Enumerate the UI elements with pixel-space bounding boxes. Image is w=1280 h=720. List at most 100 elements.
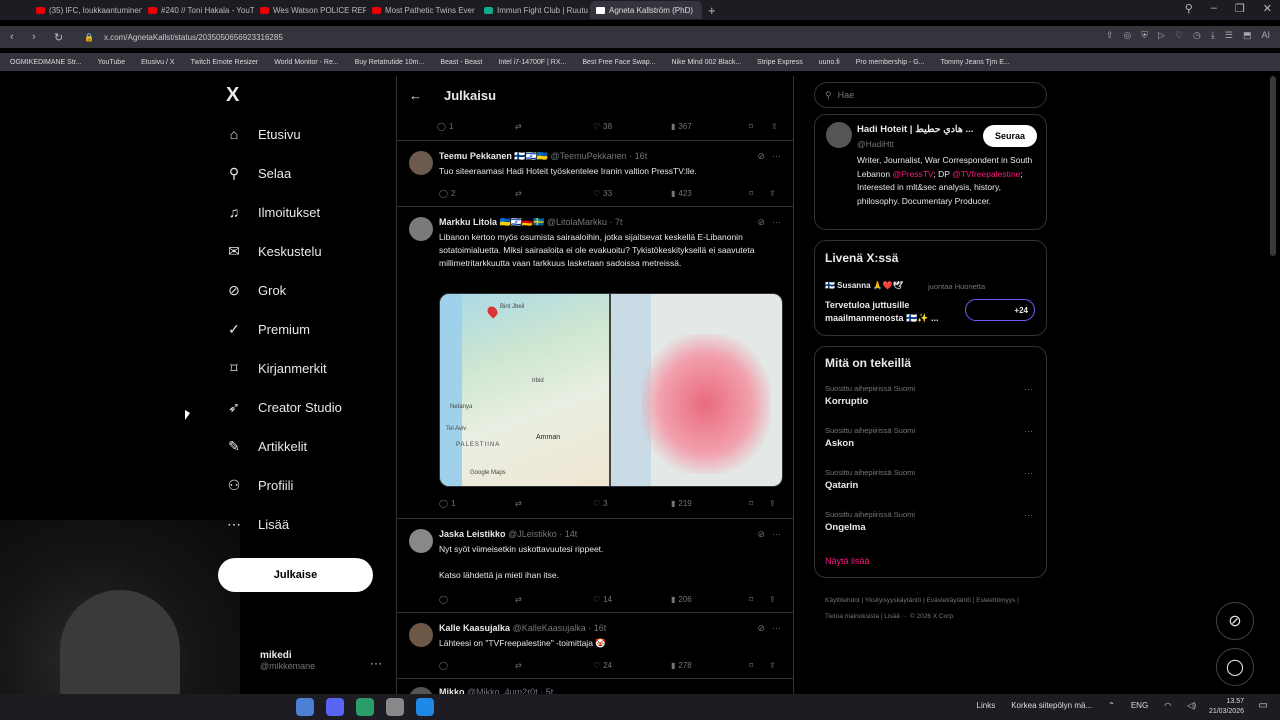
bio-link[interactable]: @PressTV xyxy=(892,169,933,179)
share-icon[interactable]: ⇪ xyxy=(769,189,776,198)
live-text[interactable]: Tervetuloa juttusille maailmanmenosta 🇫🇮… xyxy=(825,299,960,325)
copilot-app-icon[interactable] xyxy=(296,698,314,716)
share-icon[interactable]: ⇪ xyxy=(1106,30,1114,41)
post-button[interactable]: Julkaise xyxy=(218,558,373,592)
maximize-icon[interactable]: ❐ xyxy=(1235,2,1245,15)
play-icon[interactable]: ▷ xyxy=(1158,30,1165,41)
bookmark-item[interactable]: Buy Retatrutide 10m... xyxy=(355,59,425,66)
grok-icon[interactable]: ⊘ xyxy=(757,529,765,540)
x-logo[interactable]: X xyxy=(226,84,239,107)
lock-icon[interactable]: 🔒 xyxy=(84,33,94,42)
bookmark-item[interactable]: Best Free Face Swap... xyxy=(582,59,655,66)
more-icon[interactable]: ··· xyxy=(772,623,781,633)
sidebar-item-creator-studio[interactable]: ➶ Creator Studio xyxy=(226,399,342,416)
tray-chevron-icon[interactable]: ⌃ xyxy=(1108,701,1115,710)
like-icon[interactable]: ♡ 24 xyxy=(593,661,612,670)
bookmark-item[interactable]: Nike Mind 002 Black... xyxy=(672,59,742,66)
reload-icon[interactable]: ↻ xyxy=(54,31,66,44)
share-icon[interactable]: ⇪ xyxy=(771,122,778,131)
sidebar-item-kirjanmerkit[interactable]: ⌑ Kirjanmerkit xyxy=(226,360,326,377)
author-name[interactable]: Kalle Kaasujalka xyxy=(439,623,510,633)
bookmark-item[interactable]: Pro membership - G... xyxy=(856,59,925,66)
weather-widget[interactable]: Korkea siitepölyn mä... xyxy=(1011,701,1092,710)
trend-more-icon[interactable]: ··· xyxy=(1024,426,1033,436)
trend-more-icon[interactable]: ··· xyxy=(1024,384,1033,394)
sidebar-item-selaa[interactable]: ⚲ Selaa xyxy=(226,165,291,182)
reply-icon[interactable]: ◯ 1 xyxy=(437,122,453,131)
notification-icon[interactable]: ▭ xyxy=(1259,700,1268,711)
new-tab-icon[interactable]: + xyxy=(702,3,722,18)
shield-icon[interactable]: ⛨ xyxy=(1141,30,1148,41)
bookmark-icon[interactable]: ⌑ xyxy=(749,499,753,508)
browser-tab[interactable]: Immun Fight Club | Ruutu xyxy=(478,1,590,19)
bookmark-icon[interactable]: ⌑ xyxy=(749,661,753,670)
edge-app-icon[interactable] xyxy=(416,698,434,716)
footer-links[interactable]: Käyttöehdot | Yksityisyyskäytäntö | Eväs… xyxy=(825,593,1035,625)
account-more-icon[interactable]: ··· xyxy=(370,656,382,670)
bookmark-icon[interactable]: ⌑ xyxy=(749,595,753,604)
language-indicator[interactable]: ENG xyxy=(1131,701,1148,710)
views-icon[interactable]: ▮ 206 xyxy=(671,595,692,604)
author-handle[interactable]: @TeemuPekkanen · 16t xyxy=(551,151,648,161)
reply-icon[interactable]: ◯ 1 xyxy=(439,499,455,508)
views-icon[interactable]: ▮ 278 xyxy=(671,661,692,670)
retweet-icon[interactable]: ⇄ xyxy=(515,595,522,604)
bookmark-icon[interactable]: ⌑ xyxy=(749,122,753,131)
like-icon[interactable]: ♡ 14 xyxy=(593,595,612,604)
grok-icon[interactable]: ⊘ xyxy=(757,217,765,228)
author-handle[interactable]: @KalleKaasujalka · 16t xyxy=(513,623,607,633)
show-more-link[interactable]: Näytä lisää xyxy=(825,556,870,566)
heart-icon[interactable]: ♡ xyxy=(1175,30,1183,41)
forward-icon[interactable]: › xyxy=(32,31,44,43)
retweet-icon[interactable]: ⇄ xyxy=(515,661,522,670)
clock[interactable]: 13.57 21/03/2026 xyxy=(1209,697,1244,717)
sidebar-item-ilmoitukset[interactable]: ♫ Ilmoitukset xyxy=(226,204,320,220)
bookmark-item[interactable]: Stripe Express xyxy=(757,59,803,66)
camera-icon[interactable]: ◎ xyxy=(1123,30,1131,41)
author-handle[interactable]: @LitolaMarkku · 7t xyxy=(547,217,623,227)
bookmark-item[interactable]: Tommy Jeans Tjm E... xyxy=(941,59,1010,66)
volume-icon[interactable]: ◁) xyxy=(1187,701,1196,710)
tweet-media[interactable]: Bint Jbeil Irbid Netanya Tel Aviv Amman … xyxy=(439,293,783,487)
ai-icon[interactable]: AI xyxy=(1261,30,1270,41)
views-icon[interactable]: ▮ 367 xyxy=(671,122,692,131)
trend-item[interactable]: Suosittu aihepiirissä Suomi Ongelma xyxy=(825,510,915,533)
reply-tweet[interactable]: Teemu Pekkanen 🇫🇮🇮🇱🇺🇦 @TeemuPekkanen · 1… xyxy=(397,140,793,206)
browser-tab[interactable]: Wes Watson POLICE REPO xyxy=(254,1,366,19)
download-icon[interactable]: ⤓ xyxy=(1211,30,1215,41)
reply-icon[interactable]: ◯ xyxy=(439,595,448,604)
author-name[interactable]: Teemu Pekkanen 🇫🇮🇮🇱🇺🇦 xyxy=(439,151,548,161)
retweet-icon[interactable]: ⇄ xyxy=(515,122,522,131)
share-icon[interactable]: ⇪ xyxy=(769,499,776,508)
sidebar-item-profiili[interactable]: ⚇ Profiili xyxy=(226,477,294,494)
sidebar-item-artikkelit[interactable]: ✎ Artikkelit xyxy=(226,438,307,455)
back-arrow-icon[interactable]: ← xyxy=(409,88,422,103)
wifi-icon[interactable]: ◠ xyxy=(1164,701,1171,710)
app-icon[interactable] xyxy=(356,698,374,716)
author-handle[interactable]: @JLeistikko · 14t xyxy=(508,529,577,539)
views-icon[interactable]: ▮ 219 xyxy=(671,499,692,508)
bookmark-item[interactable]: uuno.fi xyxy=(819,59,840,66)
bookmark-item[interactable]: Beast - Beast xyxy=(440,59,482,66)
share-icon[interactable]: ⇪ xyxy=(769,661,776,670)
grok-icon[interactable]: ⊘ xyxy=(757,623,765,634)
views-icon[interactable]: ▮ 423 xyxy=(671,189,692,198)
author-name[interactable]: Jaska Leistikko xyxy=(439,529,506,539)
browser-tab[interactable]: #240 // Toni Hakala - YouT xyxy=(142,1,254,19)
sidebar-item-keskustelu[interactable]: ✉ Keskustelu xyxy=(226,243,321,260)
bio-link[interactable]: @TVfreepalestine xyxy=(952,169,1020,179)
google-map-image[interactable]: Bint Jbeil Irbid Netanya Tel Aviv Amman … xyxy=(440,294,611,486)
links-toolbar[interactable]: Links xyxy=(977,701,996,710)
grok-fab-icon[interactable]: ⊘ xyxy=(1216,602,1254,640)
profile-handle[interactable]: @HadiHtt xyxy=(857,139,894,149)
browser-tab[interactable]: Most Pathetic Twins Ever xyxy=(366,1,478,19)
trend-more-icon[interactable]: ··· xyxy=(1024,468,1033,478)
like-icon[interactable]: ♡ 33 xyxy=(593,189,612,198)
reply-icon[interactable]: ◯ xyxy=(439,661,448,670)
bookmark-item[interactable]: Etusivu / X xyxy=(141,59,174,66)
reply-tweet[interactable]: Markku Litola 🇺🇦🇮🇱🇩🇪🇸🇪 @LitolaMarkku · 7… xyxy=(397,206,793,518)
bookmark-icon[interactable]: ⌑ xyxy=(749,189,753,198)
browser-tab[interactable]: (35) IFC, loukkaantuminen xyxy=(30,1,142,19)
author-name[interactable]: Markku Litola 🇺🇦🇮🇱🇩🇪🇸🇪 xyxy=(439,217,544,227)
history-icon[interactable]: ◷ xyxy=(1193,30,1201,41)
